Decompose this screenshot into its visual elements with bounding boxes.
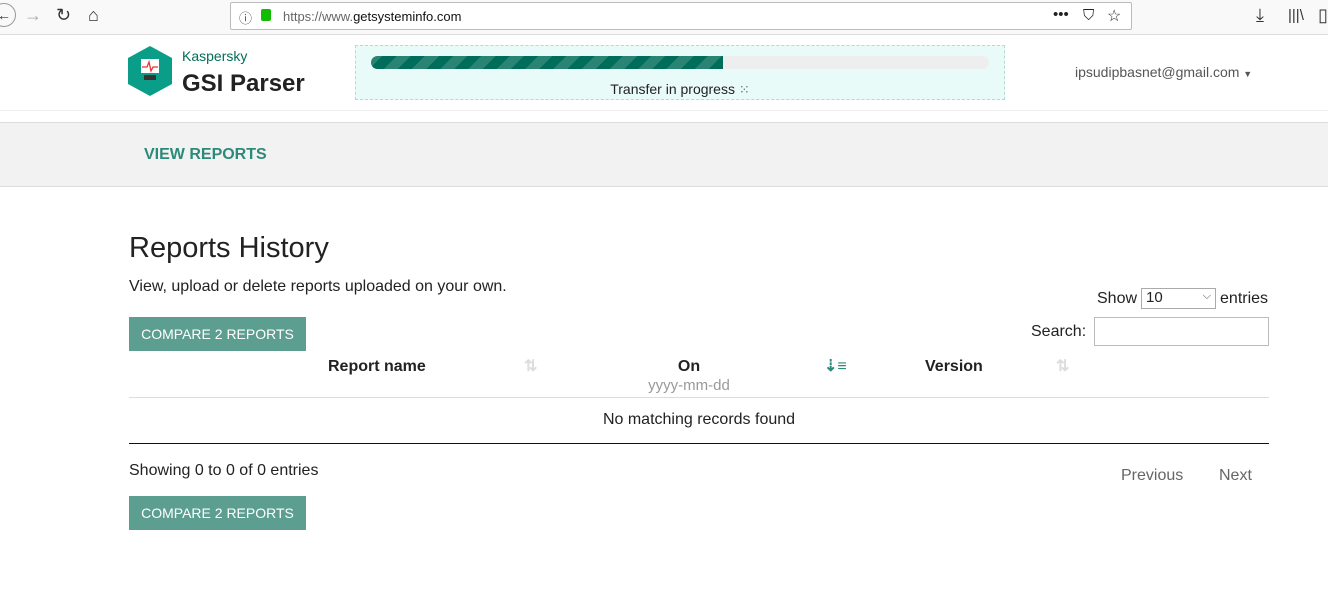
entries-label: entries (1220, 289, 1269, 307)
transfer-progress-panel: Transfer in progress ⁙ (355, 45, 1005, 100)
url-prefix: https://www. (283, 9, 354, 24)
brand-kaspersky: Kaspersky (182, 48, 248, 64)
address-bar[interactable]: ⓘ https://www.getsysteminfo.com ••• ⛉ ☆ (230, 2, 1132, 30)
search-input[interactable] (1094, 317, 1269, 346)
progress-text: Transfer in progress (610, 81, 735, 97)
user-menu[interactable]: ipsudipbasnet@gmail.com ▼ (1075, 64, 1252, 80)
reload-icon[interactable]: ↻ (56, 5, 71, 26)
brand-title[interactable]: GSI Parser (182, 70, 305, 98)
info-icon[interactable]: ⓘ (239, 8, 252, 27)
search-label: Search: (1031, 323, 1087, 340)
entries-select[interactable]: 10 ⌵ (1141, 288, 1217, 309)
spinner-icon: ⁙ (738, 82, 750, 97)
entries-value: 10 (1146, 289, 1163, 306)
user-email: ipsudipbasnet@gmail.com (1075, 64, 1240, 80)
empty-message: No matching records found (602, 411, 796, 428)
url-text[interactable]: https://www.getsysteminfo.com (283, 9, 461, 24)
more-icon[interactable]: ••• (1053, 6, 1069, 23)
home-icon[interactable]: ⌂ (88, 5, 99, 26)
entries-length: Show 10 ⌵ entries (1097, 288, 1268, 309)
progress-bar (371, 56, 989, 69)
download-icon[interactable]: ⤓ (1256, 5, 1264, 26)
table-info: Showing 0 to 0 of 0 entries (129, 462, 319, 479)
back-icon[interactable]: ← (0, 3, 16, 27)
pagination-next[interactable]: Next (1219, 467, 1252, 485)
col-version-label: Version (925, 358, 983, 375)
progress-fill (371, 56, 724, 69)
forward-icon[interactable]: → (24, 5, 42, 26)
sort-both-icon: ⇅ (524, 358, 538, 375)
show-label: Show (1097, 289, 1138, 307)
caret-down-icon: ▼ (1243, 69, 1253, 79)
library-icon[interactable]: |||\ (1288, 7, 1304, 24)
pagination-previous[interactable]: Previous (1121, 467, 1183, 485)
nav-view-reports[interactable]: VIEW REPORTS (144, 146, 267, 164)
col-on-label: On (677, 358, 701, 375)
browser-toolbar: ← → ↻ ⌂ ⓘ https://www.getsysteminfo.com … (0, 0, 1328, 35)
col-report-name[interactable]: Report name ⇅ (129, 356, 549, 396)
col-on[interactable]: On yyyy-mm-dd ⇣≡ (549, 356, 849, 396)
table-header: Report name ⇅ On yyyy-mm-dd ⇣≡ Version ⇅ (129, 356, 1269, 398)
compare-reports-button-bottom[interactable]: COMPARE 2 REPORTS (129, 496, 306, 530)
sidebar-icon[interactable]: ▯ (1318, 5, 1328, 26)
chevron-down-icon: ⌵ (1202, 290, 1212, 302)
pocket-icon[interactable]: ⛉ (1083, 7, 1094, 24)
lock-icon (261, 9, 271, 21)
nav-band: VIEW REPORTS (0, 122, 1328, 187)
page-subtitle: View, upload or delete reports uploaded … (129, 278, 507, 295)
sort-both-icon: ⇅ (1056, 358, 1070, 375)
empty-row: No matching records found (129, 398, 1269, 444)
page-title: Reports History (129, 232, 329, 264)
url-domain: getsysteminfo.com (353, 9, 462, 24)
sort-desc-icon: ⇣≡ (824, 358, 847, 375)
compare-reports-button-top[interactable]: COMPARE 2 REPORTS (129, 317, 306, 351)
gsi-logo (128, 46, 172, 96)
col-report-name-label: Report name (328, 358, 426, 375)
col-version[interactable]: Version ⇅ (849, 356, 1269, 396)
col-on-format: yyyy-mm-dd (648, 377, 730, 394)
bookmark-star-icon[interactable]: ☆ (1107, 6, 1121, 26)
